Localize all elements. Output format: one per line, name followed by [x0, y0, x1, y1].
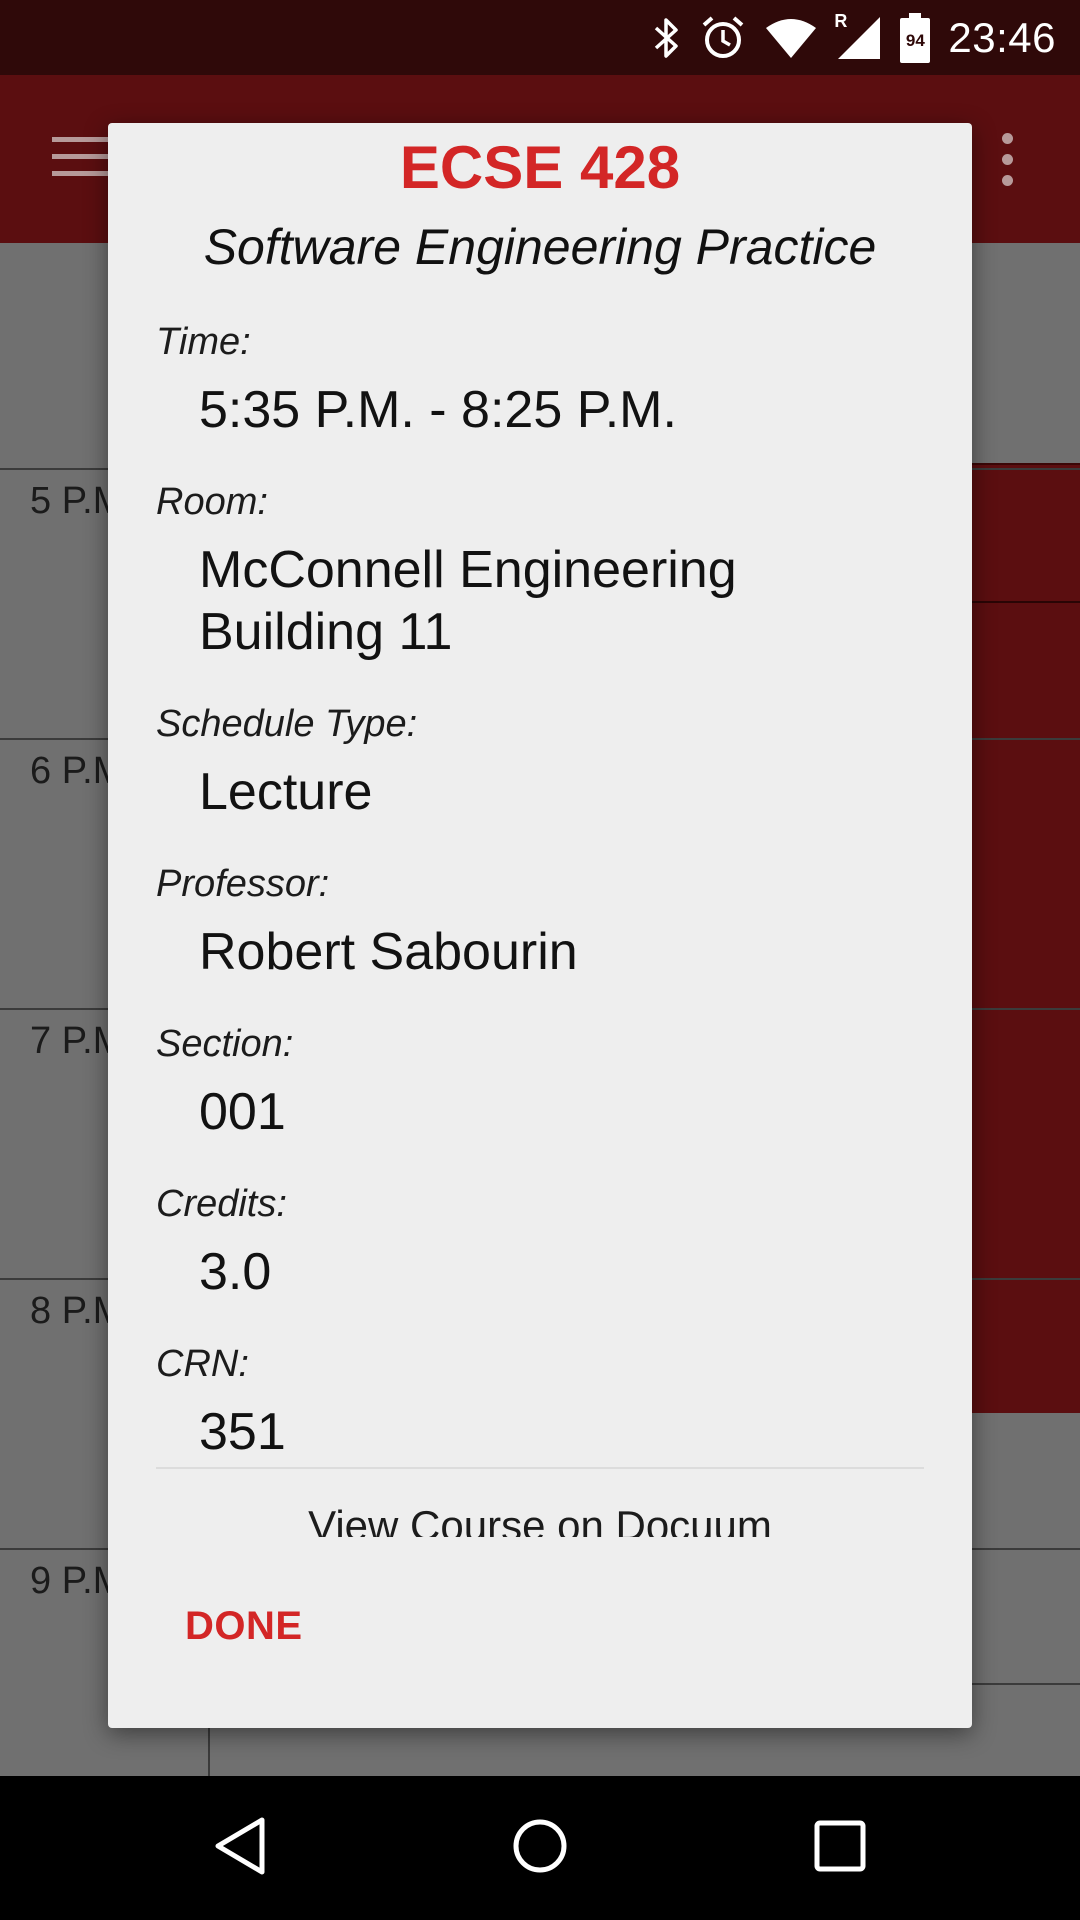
schedule-type-label: Schedule Type: [156, 703, 418, 745]
menu-icon[interactable] [52, 137, 112, 177]
status-icons: R 94 23:46 [652, 0, 1056, 75]
course-details-dialog: ECSE 428 Software Engineering Practice T… [108, 123, 972, 1728]
navigation-bar [0, 1776, 1080, 1920]
home-icon [512, 1818, 568, 1879]
back-icon [212, 1816, 268, 1881]
credits-label: Credits: [156, 1183, 287, 1225]
overflow-menu-icon[interactable] [1000, 133, 1016, 187]
professor-label: Professor: [156, 863, 330, 905]
view-course-link[interactable]: View Course on Docuum [156, 1499, 924, 1537]
course-code: ECSE 428 [399, 134, 681, 201]
status-bar: R 94 23:46 [0, 0, 1080, 75]
status-time: 23:46 [948, 13, 1056, 61]
recents-icon [814, 1820, 866, 1877]
credits-value: 3.0 [199, 1243, 272, 1301]
battery-icon: 94 [900, 12, 931, 63]
back-button[interactable] [180, 1776, 300, 1920]
bluetooth-icon [652, 16, 682, 60]
recents-button[interactable] [780, 1776, 900, 1920]
alarm-icon [700, 15, 746, 61]
professor-value: Robert Sabourin [199, 923, 578, 981]
time-value: 5:35 P.M. - 8:25 P.M. [199, 381, 677, 439]
room-value-line1: McConnell Engineering [199, 541, 737, 599]
done-button[interactable]: DONE [185, 1604, 303, 1649]
room-value-line2: Building 11 [199, 603, 453, 661]
dialog-divider [156, 1467, 924, 1469]
schedule-type-value: Lecture [199, 763, 373, 821]
section-value: 001 [199, 1083, 286, 1141]
battery-level: 94 [905, 30, 925, 50]
section-label: Section: [156, 1023, 294, 1065]
crn-value: 351 [199, 1403, 286, 1461]
crn-label: CRN: [156, 1343, 249, 1385]
course-name: Software Engineering Practice [203, 219, 877, 275]
network-roaming-label: R [834, 10, 848, 31]
wifi-icon [764, 16, 818, 60]
room-label: Room: [156, 481, 268, 523]
view-course-link-clip: View Course on Docuum [156, 1499, 924, 1537]
time-label: Time: [156, 321, 251, 363]
cell-signal-icon: R [834, 11, 882, 61]
home-button[interactable] [480, 1776, 600, 1920]
